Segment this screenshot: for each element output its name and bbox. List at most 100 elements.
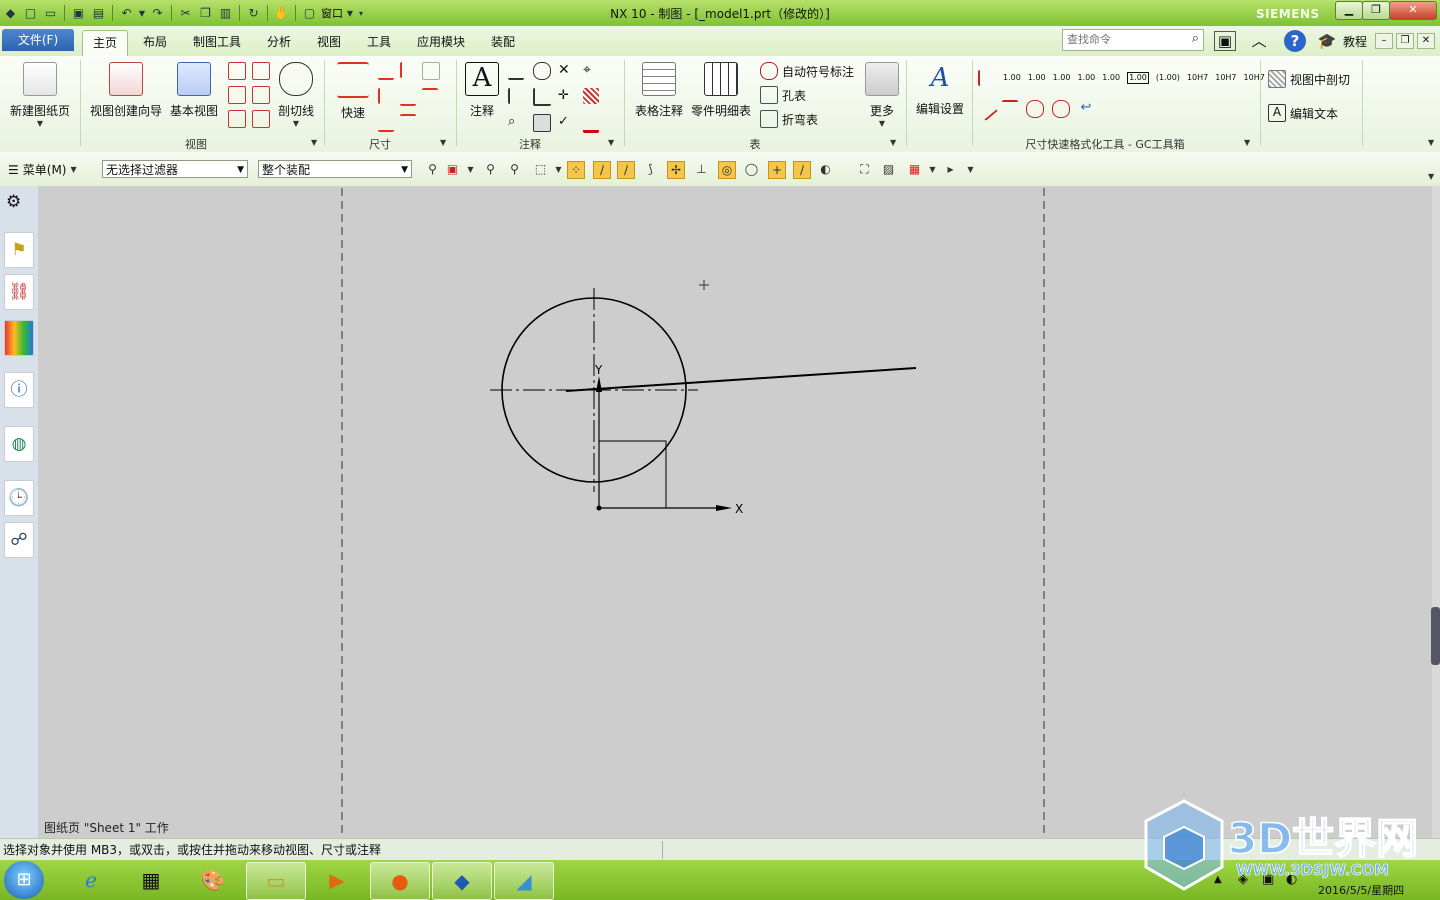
linear-dimension-icon[interactable] xyxy=(378,62,394,80)
firefox-icon[interactable]: ● xyxy=(370,862,430,900)
drawing-canvas[interactable]: Y X xyxy=(38,186,1432,838)
snap-point-on-curve-icon[interactable]: + xyxy=(768,161,786,179)
doc-restore-button[interactable]: ❐ xyxy=(1396,33,1414,49)
history-icon[interactable]: 🕒 xyxy=(4,480,34,516)
gc-format-1[interactable]: 1.00 xyxy=(1003,74,1021,82)
minimize-button[interactable]: ▁ xyxy=(1335,1,1363,20)
gc-format-6[interactable]: 1.00 xyxy=(1127,72,1149,84)
collapse-ribbon-icon[interactable]: ︿ xyxy=(1248,30,1270,52)
arc-length-icon[interactable] xyxy=(378,114,394,132)
chamfer-dimension-icon[interactable] xyxy=(422,62,440,80)
command-search[interactable]: ⌕ xyxy=(1062,29,1204,51)
tutorial-link[interactable]: 教程 xyxy=(1343,33,1367,50)
parts-list-button[interactable]: 零件明细表 xyxy=(688,62,754,119)
rectangle-select-icon[interactable]: ⬚ xyxy=(532,161,549,178)
tab-assembly[interactable]: 装配 xyxy=(482,30,524,55)
view-display-icon[interactable]: ▨ xyxy=(880,161,897,178)
break-view-icon[interactable] xyxy=(252,62,270,80)
snap-settings-icon[interactable]: ◐ xyxy=(817,161,834,178)
auto-balloon-button[interactable]: 自动符号标注 xyxy=(760,62,854,80)
maximize-button[interactable]: ❐ xyxy=(1362,1,1390,20)
vertical-scrollbar[interactable] xyxy=(1432,186,1440,838)
perimeter-dimension-icon[interactable] xyxy=(400,114,416,132)
snap-point-on-line-icon[interactable]: ∕ xyxy=(793,161,811,179)
snap-midpoint-icon[interactable]: ∕ xyxy=(617,161,635,179)
note-button[interactable]: A 注释 xyxy=(464,62,500,119)
group-annotation-menu-icon[interactable]: ▼ xyxy=(608,138,614,147)
zoom-annotation-icon[interactable]: ⌕ xyxy=(508,114,524,130)
tab-tools[interactable]: 工具 xyxy=(358,30,400,55)
snap-quadrant-icon[interactable]: ◯ xyxy=(743,161,760,178)
image-icon[interactable] xyxy=(533,114,551,132)
resource-settings-icon[interactable]: ⚙ xyxy=(6,192,21,212)
tab-drafting-tools[interactable]: 制图工具 xyxy=(186,30,248,55)
sketch-line[interactable] xyxy=(565,367,917,392)
thickness-dimension-icon[interactable] xyxy=(400,88,416,106)
radial-dimension-icon[interactable] xyxy=(400,62,418,78)
ie-browser-icon[interactable]: ℯ xyxy=(62,862,120,898)
part-navigator-icon[interactable]: ⚑ xyxy=(4,232,34,268)
reuse-library-icon[interactable] xyxy=(4,320,34,356)
doc-minimize-button[interactable]: – xyxy=(1375,33,1393,49)
id-symbol-icon[interactable]: ✕ xyxy=(558,62,574,78)
document-app-icon[interactable]: ◢ xyxy=(494,862,554,900)
hole-table-button[interactable]: 孔表 xyxy=(760,86,854,104)
angular-dimension-icon[interactable] xyxy=(378,88,396,104)
center-mark-icon[interactable]: ✛ xyxy=(558,88,574,104)
weld-symbol-icon[interactable] xyxy=(533,88,551,106)
group-view-menu-icon[interactable]: ▼ xyxy=(311,138,317,147)
type-filter-dropdown[interactable]: 无选择过滤器 ▼ xyxy=(102,160,248,178)
selection-priority-icon[interactable]: ▣ xyxy=(444,161,461,178)
gc-format-3[interactable]: 1.00 xyxy=(1053,74,1071,82)
assembly-navigator-icon[interactable]: ⛓ xyxy=(4,274,34,310)
gc-dim-text-icon[interactable] xyxy=(1002,100,1018,118)
view-section-button[interactable]: 视图中剖切 xyxy=(1268,70,1350,88)
explorer-icon[interactable]: ▭ xyxy=(246,862,306,900)
menu-button[interactable]: ☰ 菜单(M) ▼ xyxy=(8,161,77,178)
target-point-icon[interactable]: ⌖ xyxy=(583,62,599,78)
web-browser-icon[interactable]: ◍ xyxy=(4,426,34,462)
gc-dim-line-icon[interactable] xyxy=(974,96,998,122)
gc-format-10[interactable]: 10H7 xyxy=(1244,74,1265,82)
gc-format-9[interactable]: 10H7 xyxy=(1215,74,1236,82)
search-icon[interactable]: ⌕ xyxy=(1192,31,1199,46)
new-sheet-dropdown-icon[interactable]: ▼ xyxy=(6,119,74,128)
paint-icon[interactable]: 🎨 xyxy=(184,862,242,898)
tab-analysis[interactable]: 分析 xyxy=(258,30,300,55)
tab-applications[interactable]: 应用模块 xyxy=(408,30,474,55)
detail-view-icon[interactable] xyxy=(228,110,246,128)
surface-finish-icon[interactable] xyxy=(508,88,526,104)
rectangle-select-dropdown-icon[interactable]: ▼ xyxy=(550,161,567,178)
hatch-icon[interactable] xyxy=(583,88,599,104)
projected-view-icon[interactable] xyxy=(228,62,246,80)
show-hide-dropdown-icon[interactable]: ▼ xyxy=(962,161,979,178)
gc-diameter-2-icon[interactable] xyxy=(1052,100,1070,118)
snap-endpoint-icon[interactable]: ∕ xyxy=(593,161,611,179)
tab-home[interactable]: 主页 xyxy=(82,30,128,56)
snap-tangent-icon[interactable]: ⊥ xyxy=(693,161,710,178)
ribbon-options-icon[interactable]: ▼ xyxy=(1428,138,1434,147)
symbol-check-icon[interactable]: ✓ xyxy=(558,114,574,130)
view-update-icon[interactable] xyxy=(252,86,270,104)
snap-existing-point-icon[interactable]: ⁘ xyxy=(567,161,585,179)
layer-dropdown-icon[interactable]: ▼ xyxy=(924,161,941,178)
view-boundary-icon[interactable] xyxy=(252,110,270,128)
command-search-input[interactable] xyxy=(1063,30,1183,48)
gc-align-icon[interactable] xyxy=(978,70,996,86)
bend-table-button[interactable]: 折弯表 xyxy=(760,110,854,128)
gc-format-5[interactable]: 1.00 xyxy=(1102,74,1120,82)
base-view-button[interactable]: 基本视图 xyxy=(166,62,222,119)
fit-window-icon[interactable]: ▣ xyxy=(1214,31,1236,51)
group-gc-menu-icon[interactable]: ▼ xyxy=(1244,138,1250,147)
start-button[interactable]: ⊞ xyxy=(4,861,44,899)
paint-icon[interactable] xyxy=(583,114,599,133)
tab-layout[interactable]: 布局 xyxy=(134,30,176,55)
gc-diameter-icon[interactable] xyxy=(1026,100,1044,118)
graduation-cap-icon[interactable]: 🎓 xyxy=(1316,30,1338,52)
view-fit-icon[interactable]: ⛶ xyxy=(856,161,873,178)
select-feature-icon[interactable]: ⚲ xyxy=(482,161,499,178)
gc-reset-icon[interactable]: ↩ xyxy=(1078,100,1094,116)
layer-settings-icon[interactable]: ▦ xyxy=(906,161,923,178)
media-player-icon[interactable]: ▶ xyxy=(308,862,366,898)
group-dimension-menu-icon[interactable]: ▼ xyxy=(440,138,446,147)
